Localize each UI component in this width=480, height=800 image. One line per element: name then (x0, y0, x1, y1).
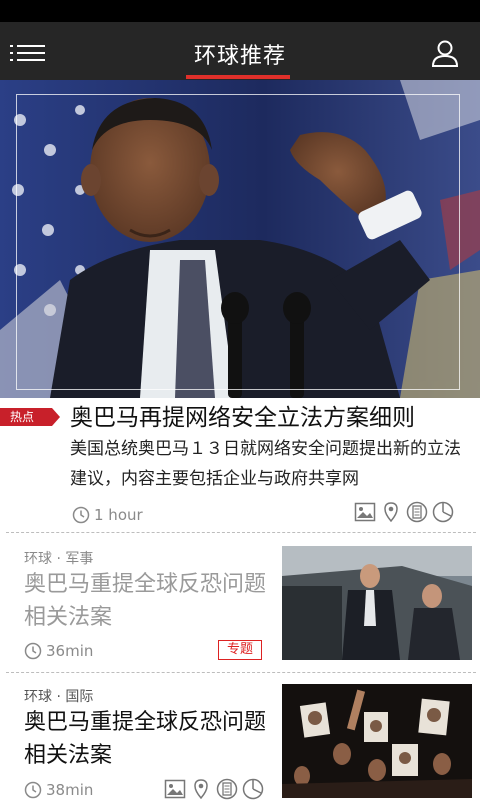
featured-time: 1 hour (94, 506, 143, 524)
image-frame (16, 94, 460, 390)
article-category: 环球 · 国际 (24, 689, 94, 705)
article-title[interactable]: 奥巴马重提全球反恐问题相关法案 (24, 706, 274, 772)
featured-actions (354, 501, 454, 523)
article-time: 36min (46, 642, 94, 660)
pie-chart-icon[interactable] (432, 501, 454, 523)
clock-icon (24, 642, 42, 660)
thumbnail-photo (282, 546, 472, 660)
topic-tag[interactable]: 专题 (218, 640, 262, 660)
top-nav-bar: 环球推荐 (0, 22, 480, 80)
hot-badge: 热点 (0, 408, 60, 426)
thumbnail-photo (282, 684, 472, 798)
article-actions (164, 778, 264, 800)
article-category: 环球 · 军事 (24, 551, 94, 567)
status-bar (0, 0, 480, 22)
image-icon[interactable] (354, 501, 376, 523)
pie-chart-icon[interactable] (242, 778, 264, 800)
image-icon[interactable] (164, 778, 186, 800)
list-item[interactable]: 环球 · 国际 奥巴马重提全球反恐问题相关法案 38min (0, 676, 480, 800)
location-pin-icon[interactable] (380, 501, 402, 523)
title-underline (186, 75, 290, 79)
location-pin-icon[interactable] (190, 778, 212, 800)
divider (6, 672, 476, 673)
divider (6, 532, 476, 533)
article-title[interactable]: 奥巴马重提全球反恐问题相关法案 (24, 568, 274, 634)
featured-image[interactable] (0, 80, 480, 398)
featured-meta: 1 hour (72, 506, 143, 524)
clock-icon (24, 781, 42, 799)
page-title: 环球推荐 (193, 44, 286, 69)
user-profile-icon[interactable] (430, 38, 460, 68)
article-thumbnail[interactable] (282, 546, 472, 660)
document-icon[interactable] (216, 778, 238, 800)
article-meta: 36min (24, 642, 93, 660)
document-icon[interactable] (406, 501, 428, 523)
article-time: 38min (46, 781, 94, 799)
featured-summary[interactable]: 美国总统奥巴马１３日就网络安全问题提出新的立法建议，内容主要包括企业与政府共享网 (70, 434, 466, 494)
list-item[interactable]: 环球 · 军事 奥巴马重提全球反恐问题相关法案 36min 专题 (0, 536, 480, 674)
article-thumbnail[interactable] (282, 684, 472, 798)
article-meta: 38min (24, 781, 93, 799)
clock-icon (72, 506, 90, 524)
featured-headline[interactable]: 奥巴马再提网络安全立法方案细则 (70, 398, 415, 432)
